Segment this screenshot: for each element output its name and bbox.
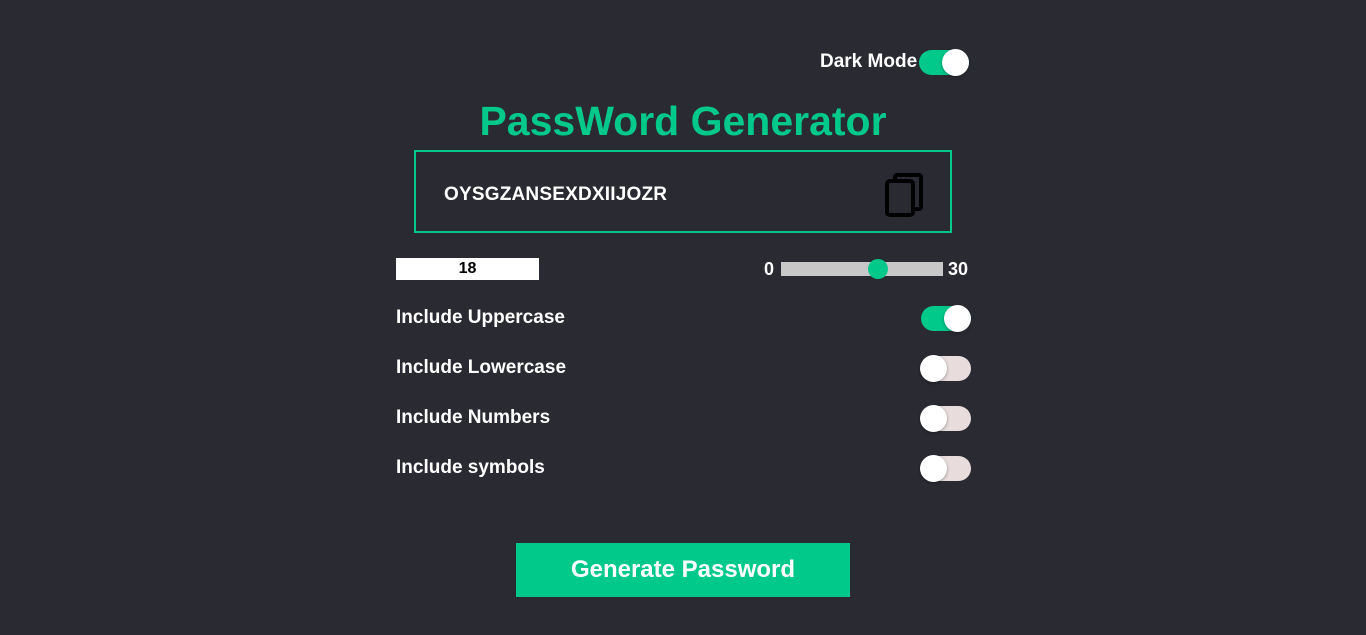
uppercase-toggle-knob bbox=[944, 304, 971, 332]
option-symbols-label: Include symbols bbox=[396, 457, 545, 478]
numbers-toggle-knob bbox=[920, 404, 947, 432]
generate-password-button[interactable]: Generate Password bbox=[516, 543, 850, 597]
numbers-toggle[interactable] bbox=[920, 404, 971, 432]
copy-button[interactable] bbox=[884, 172, 926, 218]
copy-icon bbox=[885, 173, 923, 217]
uppercase-toggle[interactable] bbox=[921, 304, 971, 332]
option-uppercase-label: Include Uppercase bbox=[396, 307, 565, 328]
symbols-toggle[interactable] bbox=[920, 454, 971, 482]
symbols-toggle-knob bbox=[920, 454, 947, 482]
option-symbols: Include symbols bbox=[396, 453, 971, 483]
password-generator-app: Dark Mode PassWord Generator OYSGZANSEXD… bbox=[0, 0, 1366, 635]
password-text: OYSGZANSEXDXIIJOZR bbox=[444, 184, 668, 205]
option-lowercase-label: Include Lowercase bbox=[396, 357, 567, 378]
lowercase-toggle[interactable] bbox=[920, 354, 971, 382]
length-input[interactable] bbox=[396, 258, 539, 280]
dark-mode-label: Dark Mode bbox=[820, 51, 918, 72]
page-title: PassWord Generator bbox=[479, 98, 887, 144]
range-max-label: 30 bbox=[948, 259, 969, 279]
dark-mode-row: Dark Mode bbox=[820, 48, 970, 76]
option-numbers-label: Include Numbers bbox=[396, 407, 551, 428]
dark-mode-toggle-knob bbox=[942, 48, 970, 76]
password-output-box: OYSGZANSEXDXIIJOZR bbox=[414, 150, 952, 233]
range-min-label: 0 bbox=[764, 259, 775, 279]
length-slider-thumb[interactable] bbox=[868, 259, 889, 279]
dark-mode-toggle[interactable] bbox=[919, 48, 970, 76]
option-uppercase: Include Uppercase bbox=[396, 303, 971, 333]
option-lowercase: Include Lowercase bbox=[396, 353, 971, 383]
lowercase-toggle-knob bbox=[920, 354, 947, 382]
length-slider[interactable] bbox=[781, 259, 943, 279]
option-numbers: Include Numbers bbox=[396, 403, 971, 433]
